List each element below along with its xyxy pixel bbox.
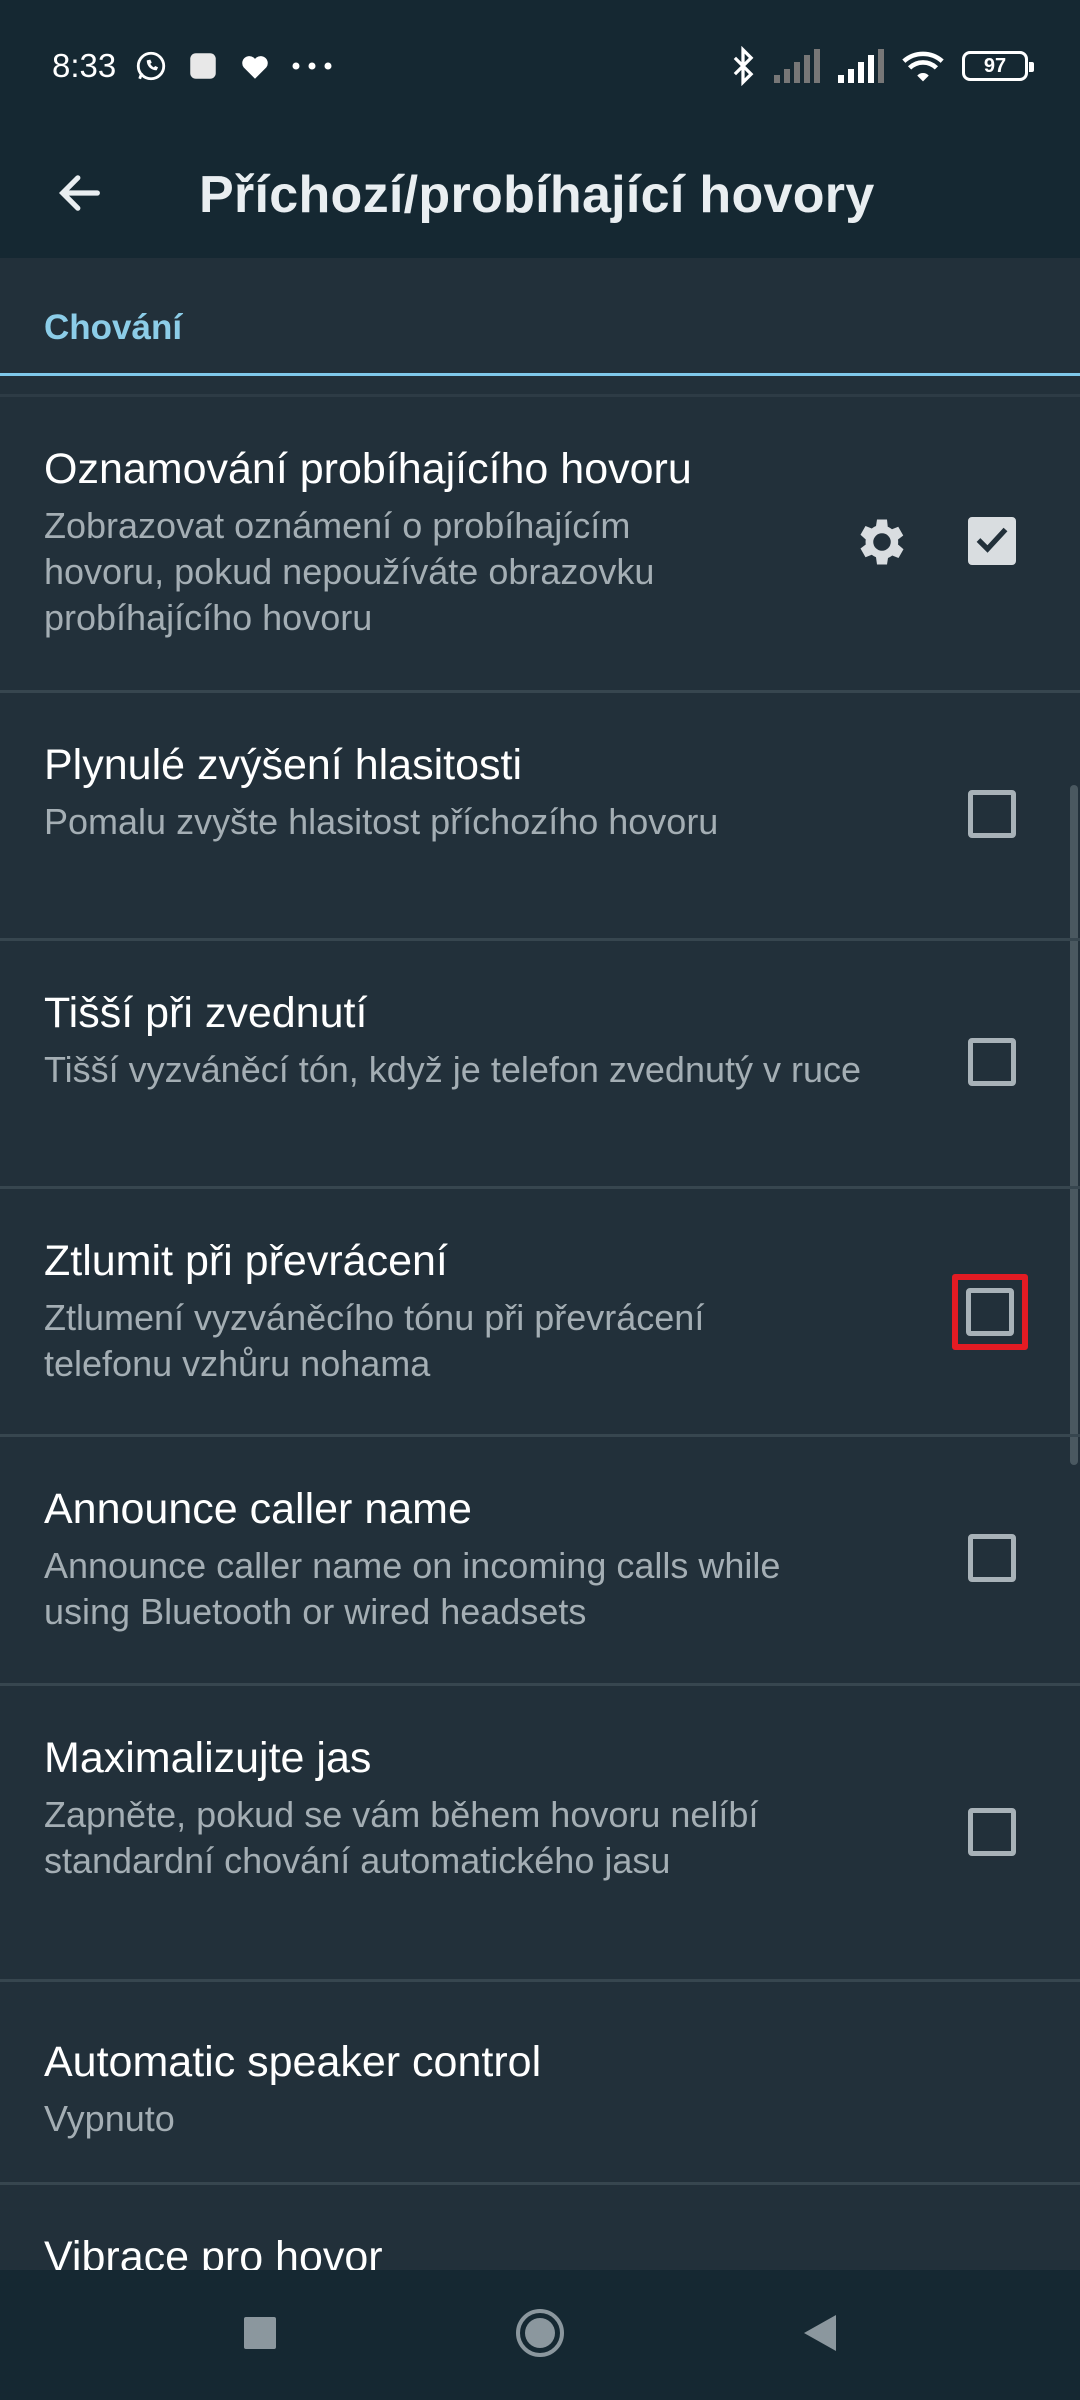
setting-title: Maximalizujte jas — [44, 1734, 372, 1782]
back-nav-button[interactable] — [780, 2295, 860, 2375]
bluetooth-icon — [730, 46, 756, 86]
battery-indicator: 97 — [962, 51, 1034, 81]
setting-subtitle: Vypnuto — [44, 2098, 175, 2139]
setting-ongoing-call-notification[interactable]: Oznamování probíhajícího hovoru Zobrazov… — [0, 397, 1080, 693]
top-app-bar: Příchozí/probíhající hovory — [0, 132, 1080, 258]
home-button[interactable] — [500, 2295, 580, 2375]
heart-icon — [238, 49, 272, 83]
checkbox[interactable] — [968, 790, 1016, 838]
navigation-bar — [0, 2270, 1080, 2400]
status-time: 8:33 — [52, 47, 117, 84]
setting-title: Announce caller name — [44, 1485, 472, 1533]
triangle-back-icon — [802, 2313, 838, 2358]
setting-subtitle: Pomalu zvyšte hlasitost příchozího hovor… — [44, 801, 719, 842]
checkbox[interactable] — [968, 517, 1016, 565]
section-header: Chování — [0, 258, 1080, 376]
setting-gradual-volume[interactable]: Plynulé zvýšení hlasitosti Pomalu zvyšte… — [0, 693, 1080, 941]
setting-title: Tišší při zvednutí — [44, 989, 368, 1037]
checkbox[interactable] — [968, 1038, 1016, 1086]
arrow-left-icon — [54, 167, 106, 224]
wifi-icon — [900, 48, 946, 84]
setting-title: Vibrace pro hovor — [44, 2233, 383, 2270]
more-dots-icon — [290, 60, 334, 72]
setting-title: Automatic speaker control — [44, 2038, 542, 2086]
square-icon — [243, 2316, 277, 2355]
checkbox[interactable] — [966, 1288, 1014, 1336]
setting-title: Ztlumit při převrácení — [44, 1237, 448, 1285]
section-title: Chování — [44, 308, 183, 347]
setting-subtitle: Tišší vyzváněcí tón, když je telefon zve… — [44, 1049, 862, 1090]
setting-subtitle: Ztlumení vyzváněcího tónu při převrácení… — [44, 1297, 705, 1384]
checkbox[interactable] — [968, 1534, 1016, 1582]
setting-announce-caller[interactable]: Announce caller name Announce caller nam… — [0, 1437, 1080, 1686]
setting-title: Plynulé zvýšení hlasitosti — [44, 741, 522, 789]
checkbox[interactable] — [968, 1808, 1016, 1856]
setting-subtitle: Zapněte, pokud se vám během hovoru nelíb… — [44, 1794, 759, 1881]
setting-mute-on-flip[interactable]: Ztlumit při převrácení Ztlumení vyzváněc… — [0, 1189, 1080, 1437]
setting-automatic-speaker-control[interactable]: Automatic speaker control Vypnuto — [0, 1982, 1080, 2185]
setting-maximize-brightness[interactable]: Maximalizujte jas Zapněte, pokud se vám … — [0, 1686, 1080, 1982]
signal-icon — [836, 49, 884, 83]
whatsapp-icon — [134, 49, 168, 83]
gear-icon[interactable] — [852, 512, 912, 572]
back-button[interactable] — [5, 132, 155, 258]
page-title: Příchozí/probíhající hovory — [199, 166, 875, 224]
setting-subtitle: Announce caller name on incoming calls w… — [44, 1545, 781, 1632]
setting-quieter-on-pickup[interactable]: Tišší při zvednutí Tišší vyzváněcí tón, … — [0, 941, 1080, 1189]
setting-call-vibration[interactable]: Vibrace pro hovor — [0, 2185, 1080, 2270]
setting-title: Oznamování probíhajícího hovoru — [44, 445, 692, 493]
circle-icon — [514, 2307, 566, 2364]
app-icon — [186, 49, 220, 83]
setting-subtitle: Zobrazovat oznámení o probíhajícím hovor… — [44, 505, 655, 638]
signal-weak-icon — [772, 49, 820, 83]
status-bar: 8:33 97 — [0, 0, 1080, 132]
recents-button[interactable] — [220, 2295, 300, 2375]
